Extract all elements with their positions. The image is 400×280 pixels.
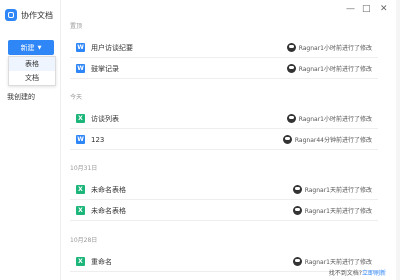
item-meta: Ragnar44分钟前进行了修改 xyxy=(282,135,372,144)
document-icon: W xyxy=(76,135,85,144)
spreadsheet-icon: X xyxy=(76,257,85,266)
spreadsheet-icon: X xyxy=(76,206,85,215)
refresh-link[interactable]: 立即刷新 xyxy=(362,270,386,277)
app-logo-icon xyxy=(5,9,17,21)
avatar xyxy=(286,64,296,73)
item-modified: Ragnar1小时前进行了修改 xyxy=(298,116,372,123)
avatar xyxy=(286,43,296,52)
app-window: 协作文档 新建 ▼ 表格 文档 我创建的 — □ ✕ 置顶 W 用户访谈纪要 R… xyxy=(0,0,400,280)
item-title: 访谈列表 xyxy=(91,114,119,123)
item-title: 123 xyxy=(91,135,105,144)
list-item[interactable]: W 用户访谈纪要 Ragnar1小时前进行了修改 xyxy=(70,38,378,58)
avatar xyxy=(286,114,296,123)
dropdown-option-doc[interactable]: 文档 xyxy=(9,71,55,85)
item-modified: Ragnar1天前进行了修改 xyxy=(304,208,372,215)
list-item[interactable]: W 鼓掌记录 Ragnar1小时前进行了修改 xyxy=(70,59,378,79)
item-title: 未命名表格 xyxy=(91,185,126,194)
spreadsheet-icon: X xyxy=(76,114,85,123)
document-icon: W xyxy=(76,43,85,52)
section-label: 今天 xyxy=(70,94,83,101)
item-modified: Ragnar1小时前进行了修改 xyxy=(298,66,372,73)
item-title: 未命名表格 xyxy=(91,206,126,215)
item-meta: Ragnar1小时前进行了修改 xyxy=(286,43,372,52)
list-item[interactable]: X 未命名表格 Ragnar1天前进行了修改 xyxy=(70,180,378,200)
new-dropdown-menu: 表格 文档 xyxy=(8,56,56,86)
section-label: 10月31日 xyxy=(70,165,98,172)
new-button-label: 新建 xyxy=(20,43,35,52)
section-label: 10月28日 xyxy=(70,237,98,244)
hint-text: 找不到文档? xyxy=(328,270,362,277)
new-button[interactable]: 新建 ▼ xyxy=(8,40,54,55)
item-meta: Ragnar1天前进行了修改 xyxy=(292,206,372,215)
list-item[interactable]: W 123 Ragnar44分钟前进行了修改 xyxy=(70,130,378,150)
avatar xyxy=(292,257,302,266)
document-list: 置顶 W 用户访谈纪要 Ragnar1小时前进行了修改 W 鼓掌记录 Ragna… xyxy=(60,0,400,280)
item-modified: Ragnar1天前进行了修改 xyxy=(304,187,372,194)
section-label: 置顶 xyxy=(70,23,83,30)
caret-down-icon: ▼ xyxy=(37,44,42,51)
app-brand: 协作文档 xyxy=(5,8,53,22)
spreadsheet-icon: X xyxy=(76,185,85,194)
item-meta: Ragnar1天前进行了修改 xyxy=(292,185,372,194)
item-meta: Ragnar1天前进行了修改 xyxy=(292,257,372,266)
sidebar: 协作文档 新建 ▼ 表格 文档 我创建的 xyxy=(0,0,61,280)
document-icon: W xyxy=(76,64,85,73)
item-title: 重命名 xyxy=(91,257,112,266)
refresh-hint: 找不到文档?立即刷新 xyxy=(329,268,386,277)
avatar xyxy=(292,206,302,215)
item-title: 鼓掌记录 xyxy=(91,64,119,73)
item-modified: Ragnar1小时前进行了修改 xyxy=(298,45,372,52)
scrollbar[interactable] xyxy=(396,0,400,280)
app-title: 协作文档 xyxy=(21,10,53,20)
sidebar-item-my-created[interactable]: 我创建的 xyxy=(7,92,35,102)
item-meta: Ragnar1小时前进行了修改 xyxy=(286,114,372,123)
item-title: 用户访谈纪要 xyxy=(91,43,133,52)
list-item[interactable]: X 未命名表格 Ragnar1天前进行了修改 xyxy=(70,201,378,221)
item-meta: Ragnar1小时前进行了修改 xyxy=(286,64,372,73)
avatar xyxy=(282,135,292,144)
list-item[interactable]: X 访谈列表 Ragnar1小时前进行了修改 xyxy=(70,109,378,129)
item-modified: Ragnar44分钟前进行了修改 xyxy=(294,137,372,144)
item-modified: Ragnar1天前进行了修改 xyxy=(304,259,372,266)
dropdown-option-sheet[interactable]: 表格 xyxy=(9,57,55,71)
avatar xyxy=(292,185,302,194)
